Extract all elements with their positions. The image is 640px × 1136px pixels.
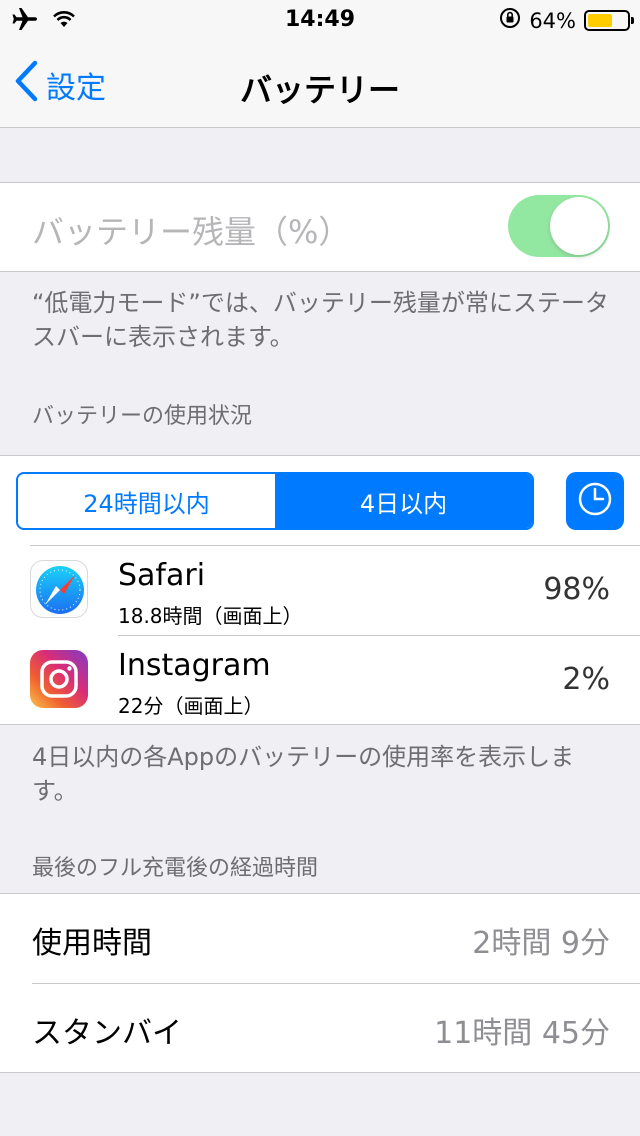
- battery-percentage-toggle[interactable]: [508, 195, 610, 257]
- standby-label: スタンバイ: [32, 1016, 182, 1051]
- app-usage-detail: 18.8時間（画面上）: [118, 604, 303, 628]
- app-name: Instagram: [118, 648, 271, 683]
- battery-level: [588, 14, 613, 27]
- status-right: 64%: [499, 7, 634, 34]
- rotation-lock-icon: [499, 7, 521, 34]
- app-name: Safari: [118, 558, 206, 593]
- battery-percentage-label: バッテリー残量（%）: [32, 213, 351, 251]
- battery-icon: [584, 10, 634, 31]
- standby-value: 11時間 45分: [434, 1016, 610, 1051]
- since-charge-header: 最後のフル充電後の経過時間: [32, 856, 319, 881]
- usage-time-value: 2時間 9分: [472, 926, 610, 961]
- app-row-instagram[interactable]: Instagram 22分（画面上） 2%: [0, 636, 640, 726]
- battery-percentage-group: バッテリー残量（%）: [0, 182, 640, 272]
- instagram-icon: [30, 650, 88, 708]
- segment-24-hours[interactable]: 24時間以内: [18, 474, 275, 528]
- low-power-footer: “低電力モード”では、バッテリー残量が常にステータスバーに表示されます。: [32, 289, 609, 351]
- activity-clock-button[interactable]: [566, 472, 624, 530]
- usage-footer: 4日以内の各Appのバッテリーの使用率を表示します。: [32, 743, 575, 805]
- segment-4-days[interactable]: 4日以内: [275, 474, 532, 528]
- usage-group: 24時間以内 4日以内 Safari 18.8時間（画面上） 98% Insta…: [0, 455, 640, 725]
- clock-icon: [577, 481, 613, 521]
- safari-icon: [30, 560, 88, 618]
- toggle-knob: [550, 197, 608, 255]
- usage-time-row: 使用時間 2時間 9分: [0, 894, 640, 982]
- standby-row: スタンバイ 11時間 45分: [0, 984, 640, 1072]
- since-charge-group: 使用時間 2時間 9分 スタンバイ 11時間 45分: [0, 893, 640, 1073]
- page-title: バッテリー: [239, 71, 400, 109]
- app-usage-percent: 98%: [543, 572, 610, 607]
- usage-time-label: 使用時間: [32, 926, 152, 961]
- time-range-segmented-control: 24時間以内 4日以内: [16, 472, 534, 530]
- app-usage-detail: 22分（画面上）: [118, 694, 264, 718]
- battery-percent: 64%: [529, 8, 576, 33]
- status-bar: 14:49 64%: [0, 0, 640, 40]
- navigation-bar: 設定 バッテリー: [0, 40, 640, 128]
- usage-section-header: バッテリーの使用状況: [32, 404, 253, 429]
- app-usage-percent: 2%: [562, 662, 610, 697]
- app-row-safari[interactable]: Safari 18.8時間（画面上） 98%: [0, 546, 640, 636]
